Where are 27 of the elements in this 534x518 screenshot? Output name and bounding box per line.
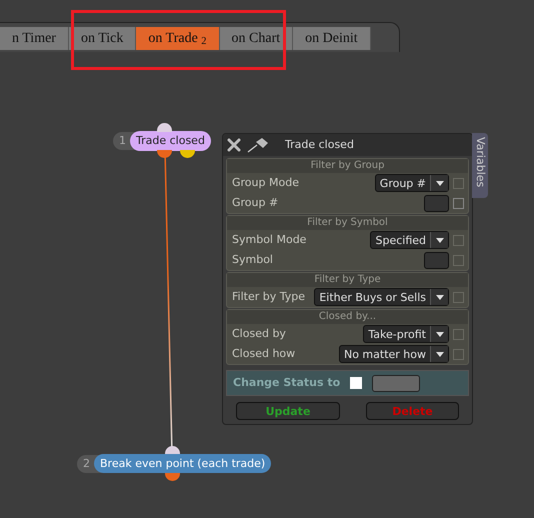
tab[interactable]: on Trade $_{2}$: [136, 27, 220, 50]
side-tab[interactable]: Variables: [472, 133, 488, 198]
section-title: Filter by Group: [227, 159, 468, 173]
node[interactable]: Break even point (each trade): [94, 454, 272, 473]
dropdown[interactable]: Group #: [374, 174, 449, 192]
dropdown[interactable]: Either Buys or Sells: [314, 288, 449, 306]
dropdown[interactable]: Specified: [370, 231, 449, 249]
panel-button[interactable]: Update: [236, 402, 340, 420]
field-label: Symbol: [232, 252, 273, 268]
tab[interactable]: on Tick: [68, 27, 136, 50]
section-title: Closed by...: [227, 310, 468, 324]
field-label: Closed how: [232, 346, 296, 362]
field-label: Closed by: [232, 326, 286, 342]
section-title: Filter by Symbol: [227, 216, 468, 230]
node[interactable]: Trade closed: [130, 131, 211, 151]
tab[interactable]: on Chart: [220, 27, 294, 50]
field-label: Filter by Type: [232, 288, 305, 305]
section-title: Filter by Type: [227, 273, 468, 287]
field-label: Symbol Mode: [232, 232, 306, 248]
tab[interactable]: on Deinit: [293, 27, 371, 50]
dropdown[interactable]: No matter how: [338, 345, 449, 363]
panel-title: Trade closed: [285, 136, 354, 153]
tab[interactable]: n Timer: [0, 27, 69, 50]
field-label: Group Mode: [232, 174, 299, 191]
field-label: Group #: [232, 194, 278, 211]
dropdown[interactable]: Take-profit: [363, 325, 449, 343]
field-label: Change Status to: [233, 374, 340, 391]
